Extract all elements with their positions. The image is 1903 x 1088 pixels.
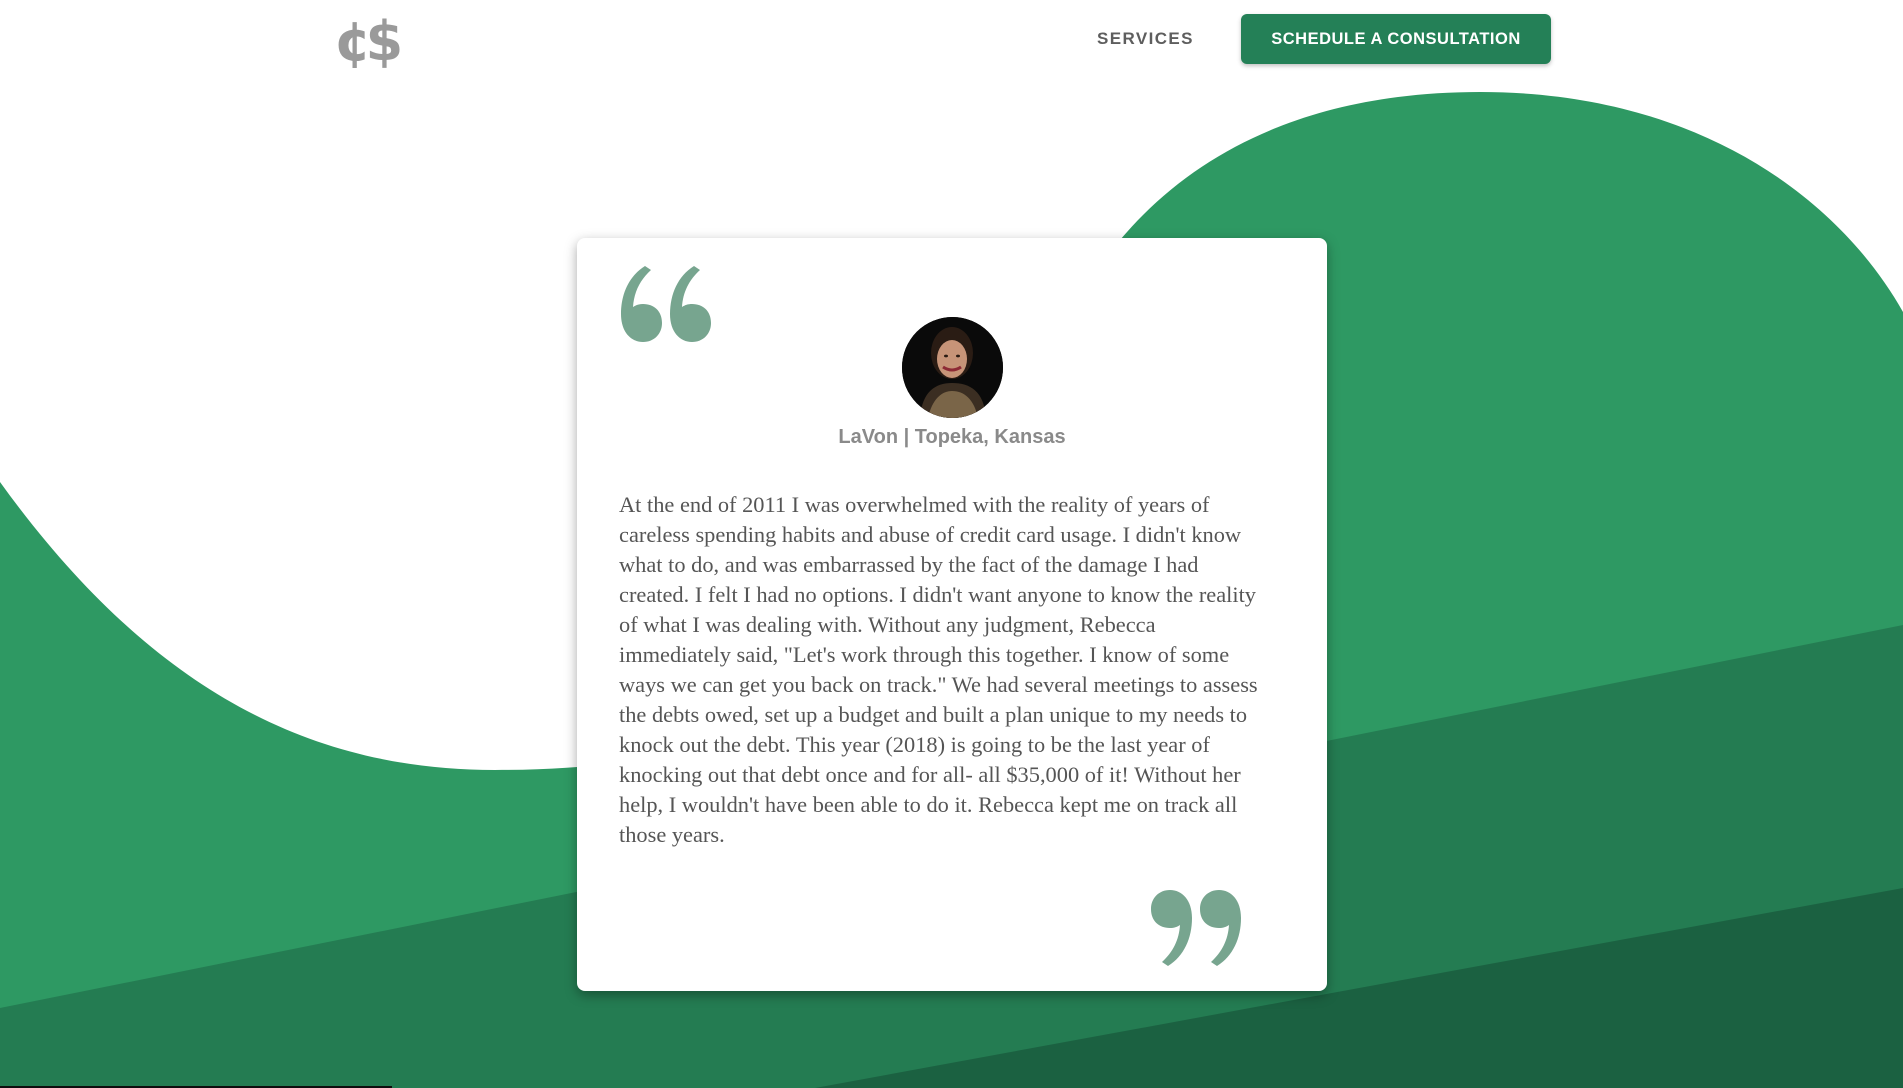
open-quote-icon [621, 266, 711, 342]
avatar-portrait-image [902, 317, 1003, 418]
logo-text: ¢$ [334, 10, 400, 68]
close-quote-icon [1151, 890, 1241, 966]
testimonial-card: LaVon | Topeka, Kansas At the end of 201… [577, 238, 1327, 991]
testimonial-text: At the end of 2011 I was overwhelmed wit… [619, 492, 1258, 847]
page: ¢$ SERVICES SCHEDULE A CONSULTATION LaVo… [0, 0, 1903, 1088]
testimonial-author: LaVon | Topeka, Kansas [838, 426, 1066, 448]
avatar [902, 317, 1003, 418]
site-logo[interactable]: ¢$ [334, 8, 426, 73]
schedule-consultation-button[interactable]: SCHEDULE A CONSULTATION [1241, 14, 1551, 64]
cent-dollar-logo-icon: ¢$ [334, 10, 406, 73]
nav-services-link[interactable]: SERVICES [1097, 28, 1194, 50]
